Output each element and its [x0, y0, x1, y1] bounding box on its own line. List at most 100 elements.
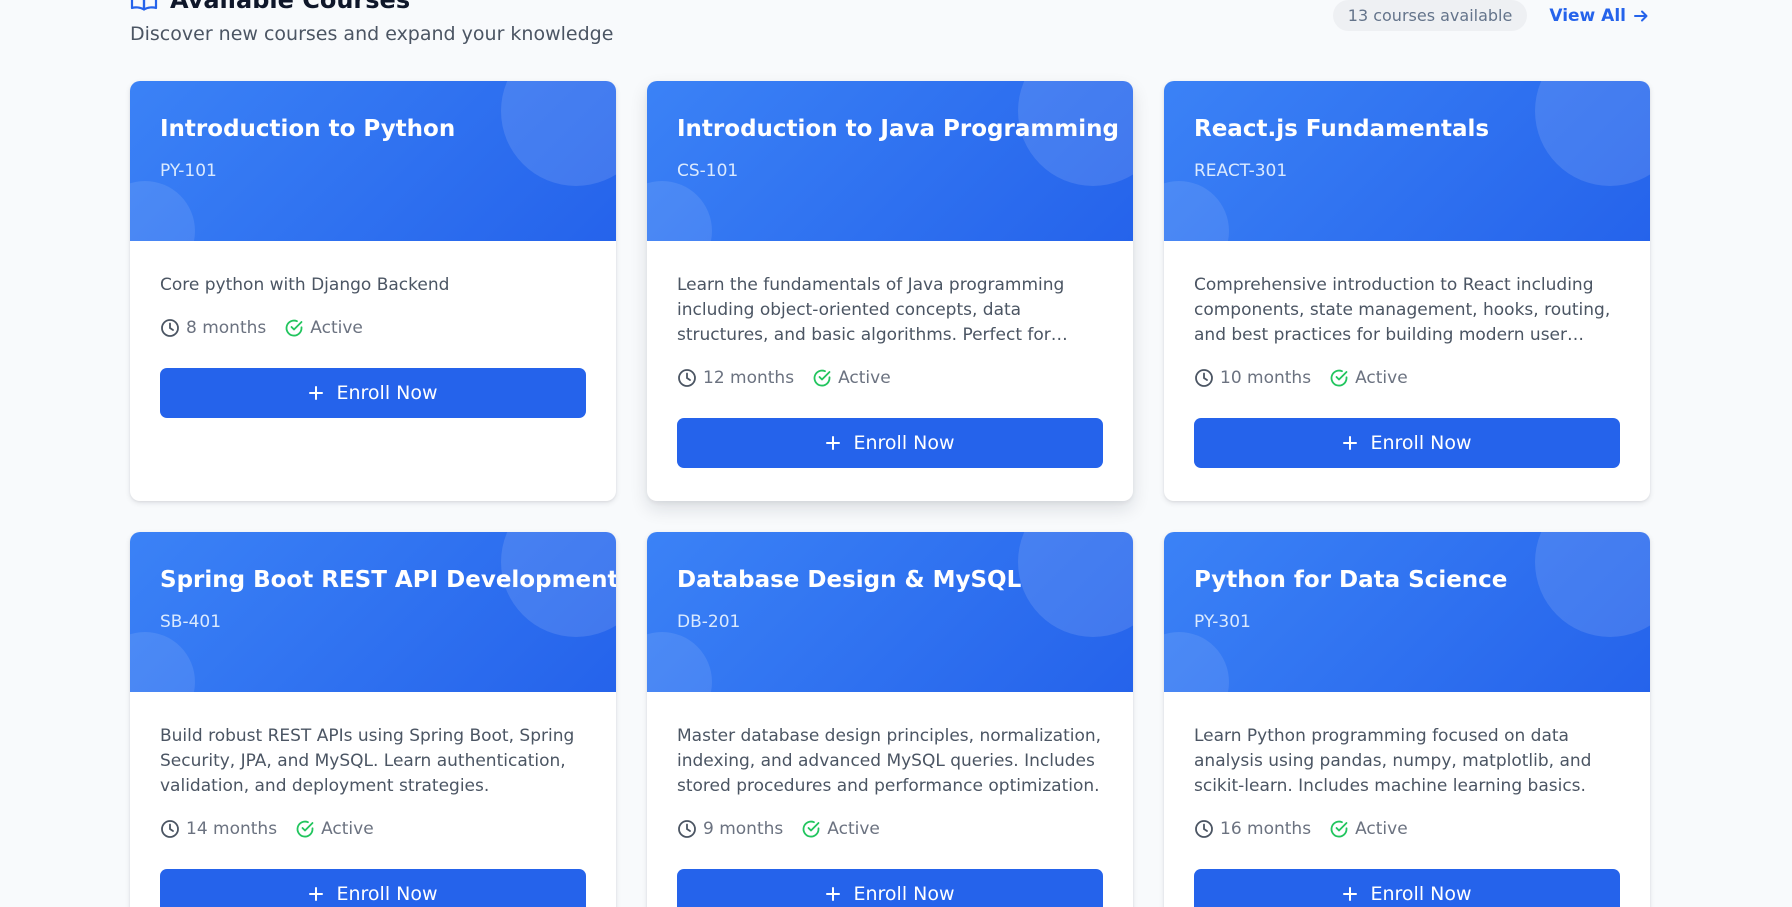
duration-label: 16 months [1220, 819, 1312, 839]
course-description: Learn Python programming focused on data… [1194, 726, 1592, 796]
clock-icon [160, 318, 180, 338]
enroll-button[interactable]: Enroll Now [160, 869, 586, 907]
courses-page: Available Courses Discover new courses a… [0, 0, 1792, 907]
course-card-header: Introduction to Java Programming CS-101 [647, 81, 1133, 241]
course-card: React.js Fundamentals REACT-301 Comprehe… [1164, 81, 1650, 501]
status: Active [1329, 819, 1408, 839]
decorative-circle [647, 632, 712, 692]
duration-label: 14 months [186, 819, 278, 839]
course-card-body: Build robust REST APIs using Spring Boot… [130, 692, 616, 907]
book-open-icon [130, 0, 158, 11]
page-title: Available Courses [170, 0, 411, 14]
decorative-circle [647, 181, 712, 241]
status: Active [812, 368, 891, 388]
enroll-button-label: Enroll Now [853, 883, 955, 905]
view-all-link[interactable]: View All [1549, 6, 1649, 26]
clock-icon [677, 819, 697, 839]
status-label: Active [1355, 819, 1408, 839]
course-title: Introduction to Java Programming [677, 116, 1119, 142]
arrow-right-icon [1633, 8, 1649, 24]
plus-icon [1342, 886, 1358, 902]
course-card: Spring Boot REST API Development SB-401 … [130, 532, 616, 907]
clock-icon [1194, 819, 1214, 839]
clock-icon [677, 368, 697, 388]
course-card-body: Core python with Django Backend 8 months [130, 241, 616, 418]
course-title: Database Design & MySQL [677, 567, 1022, 593]
duration: 10 months [1194, 368, 1311, 388]
course-card-header: React.js Fundamentals REACT-301 [1164, 81, 1650, 241]
decorative-circle [130, 181, 195, 241]
plus-icon [825, 435, 841, 451]
status: Active [1329, 368, 1408, 388]
course-meta: 12 months Active [677, 368, 1103, 388]
check-circle-icon [801, 819, 821, 839]
course-count-badge: 13 courses available [1332, 0, 1528, 31]
enroll-button[interactable]: Enroll Now [677, 418, 1103, 468]
course-description: Master database design principles, norma… [677, 726, 1102, 796]
view-all-label: View All [1549, 5, 1626, 26]
enroll-button-label: Enroll Now [1370, 883, 1472, 905]
enroll-button[interactable]: Enroll Now [677, 869, 1103, 907]
course-title: React.js Fundamentals [1194, 116, 1490, 142]
course-code: CS-101 [677, 161, 739, 181]
course-card-header: Introduction to Python PY-101 [130, 81, 616, 241]
decorative-circle [1164, 632, 1229, 692]
page-subtitle: Discover new courses and expand your kno… [130, 23, 614, 45]
status-label: Active [1355, 368, 1408, 388]
enroll-button[interactable]: Enroll Now [1194, 418, 1620, 468]
duration-label: 8 months [186, 318, 267, 338]
status-label: Active [310, 318, 363, 338]
course-description: Build robust REST APIs using Spring Boot… [160, 726, 575, 796]
duration-label: 10 months [1220, 368, 1312, 388]
decorative-circle [1164, 181, 1229, 241]
course-card: Database Design & MySQL DB-201 Master da… [647, 532, 1133, 907]
course-card-body: Master database design principles, norma… [647, 692, 1133, 907]
plus-icon [308, 886, 324, 902]
plus-icon [825, 886, 841, 902]
course-code: DB-201 [677, 612, 741, 632]
course-code: SB-401 [160, 612, 222, 632]
status-label: Active [321, 819, 374, 839]
course-card-header: Python for Data Science PY-301 [1164, 532, 1650, 692]
status-label: Active [838, 368, 891, 388]
section-header: Available Courses Discover new courses a… [130, 0, 1649, 56]
check-circle-icon [284, 318, 304, 338]
duration: 16 months [1194, 819, 1311, 839]
course-description: Learn the fundamentals of Java programmi… [677, 275, 1065, 345]
status-label: Active [827, 819, 880, 839]
course-code: PY-101 [160, 161, 217, 181]
duration: 8 months [160, 318, 266, 338]
status: Active [801, 819, 880, 839]
plus-icon [308, 385, 324, 401]
duration: 12 months [677, 368, 794, 388]
plus-icon [1342, 435, 1358, 451]
enroll-button-label: Enroll Now [853, 432, 955, 454]
clock-icon [1194, 368, 1214, 388]
course-card-body: Learn Python programming focused on data… [1164, 692, 1650, 907]
course-code: PY-301 [1194, 612, 1251, 632]
course-code: REACT-301 [1194, 161, 1288, 181]
course-card: Introduction to Python PY-101 Core pytho… [130, 81, 616, 501]
course-card-header: Database Design & MySQL DB-201 [647, 532, 1133, 692]
check-circle-icon [295, 819, 315, 839]
course-grid: Introduction to Python PY-101 Core pytho… [130, 81, 1650, 907]
decorative-circle [130, 632, 195, 692]
duration: 9 months [677, 819, 783, 839]
course-meta: 10 months Active [1194, 368, 1620, 388]
course-description: Core python with Django Backend [160, 275, 450, 295]
course-card: Python for Data Science PY-301 Learn Pyt… [1164, 532, 1650, 907]
course-title: Spring Boot REST API Development [160, 567, 616, 593]
enroll-button[interactable]: Enroll Now [160, 368, 586, 418]
course-card-body: Comprehensive introduction to React incl… [1164, 241, 1650, 468]
course-meta: 16 months Active [1194, 819, 1620, 839]
course-title: Python for Data Science [1194, 567, 1508, 593]
status: Active [284, 318, 363, 338]
course-meta: 9 months Active [677, 819, 1103, 839]
course-card-header: Spring Boot REST API Development SB-401 [130, 532, 616, 692]
check-circle-icon [1329, 819, 1349, 839]
course-meta: 8 months Active [160, 318, 586, 338]
course-meta: 14 months Active [160, 819, 586, 839]
enroll-button[interactable]: Enroll Now [1194, 869, 1620, 907]
enroll-button-label: Enroll Now [336, 382, 438, 404]
enroll-button-label: Enroll Now [336, 883, 438, 905]
